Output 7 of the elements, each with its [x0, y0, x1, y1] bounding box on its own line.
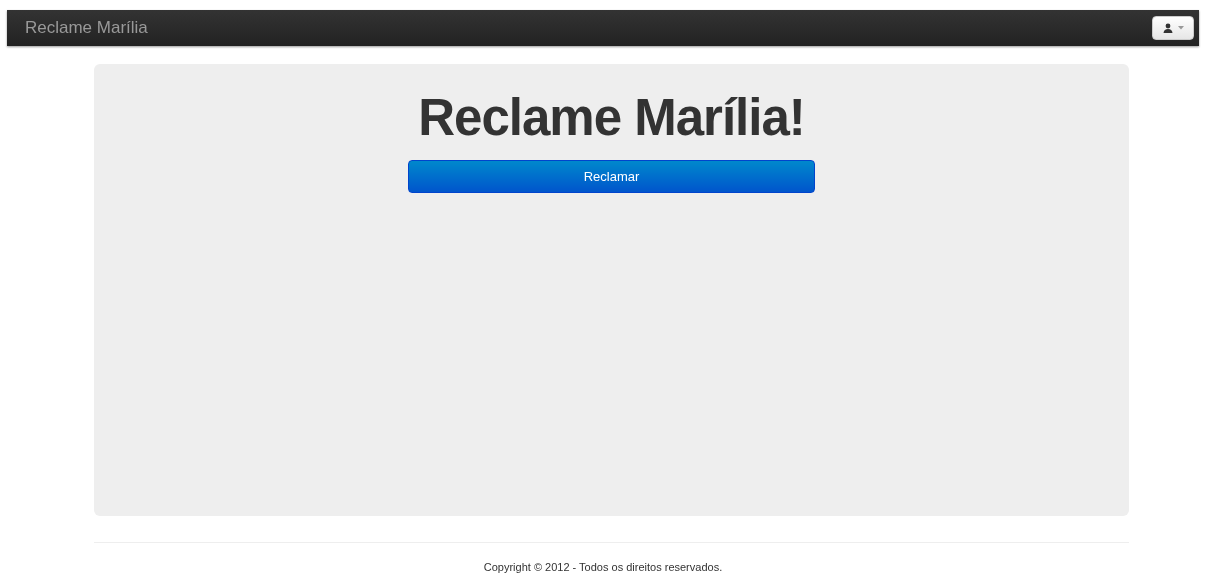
complain-button[interactable]: Reclamar	[408, 160, 815, 193]
hero-title: Reclame Marília!	[418, 90, 805, 146]
copyright-text: Copyright © 2012 - Todos os direitos reservados.	[482, 561, 724, 573]
user-menu-button[interactable]	[1152, 16, 1194, 40]
brand-link[interactable]: Reclame Marília	[25, 18, 148, 38]
user-icon	[1162, 23, 1173, 33]
caret-icon	[1177, 26, 1184, 30]
